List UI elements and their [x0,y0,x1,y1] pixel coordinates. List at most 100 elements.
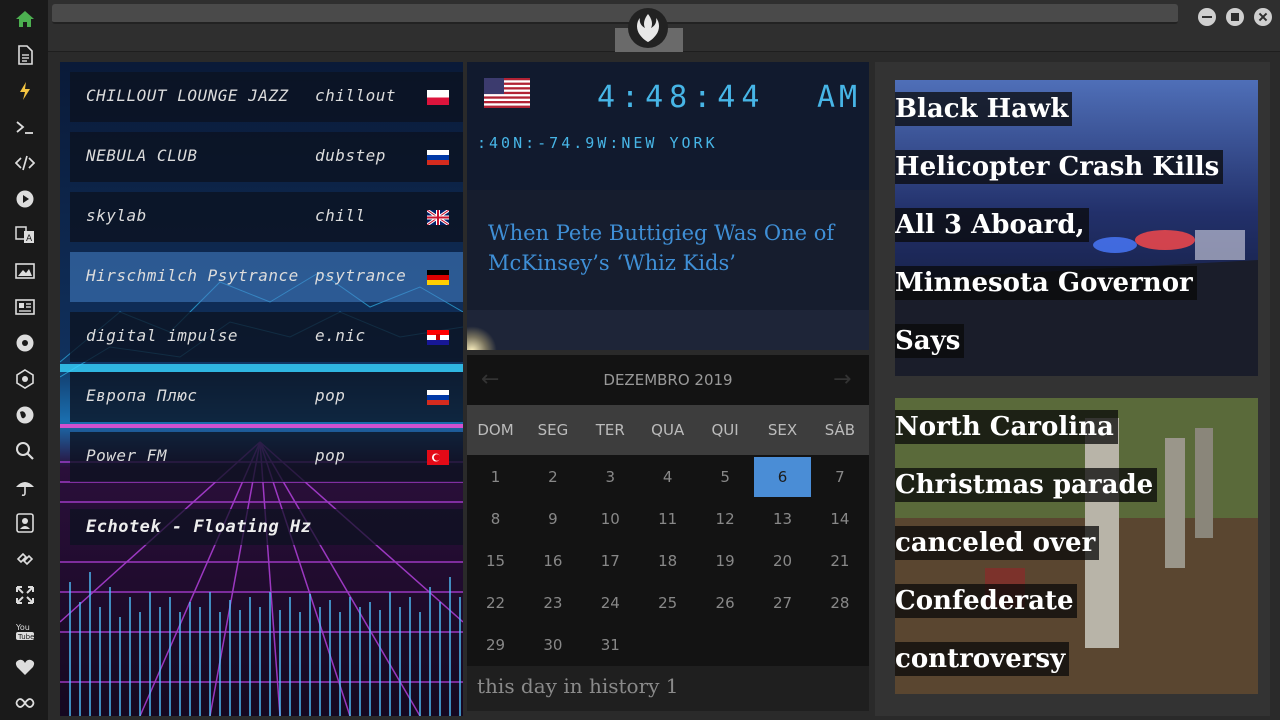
fullscreen-icon[interactable] [14,584,36,606]
calendar-day[interactable]: 31 [582,625,639,665]
calendar-day[interactable]: 3 [582,457,639,497]
de-flag-icon [427,270,449,285]
address-bar[interactable] [52,4,1178,24]
station-name: Европа Плюс [86,386,198,405]
station-genre: dubstep [315,146,386,165]
station-name: digital impulse [86,326,238,345]
glow-decoration [467,326,497,350]
history-link[interactable]: this day in history 1 [467,666,869,711]
calendar-day[interactable]: 12 [697,499,754,539]
calendar-day[interactable]: 7 [811,457,868,497]
news-title-2[interactable]: North Carolina Christmas parade canceled… [895,398,1225,688]
calendar-day[interactable]: 22 [467,583,524,623]
station-item[interactable]: Европа Плюс pop [70,372,463,422]
close-button[interactable] [1254,8,1272,26]
station-item[interactable]: skylab chill [70,192,463,242]
station-name: CHILLOUT LOUNGE JAZZ [86,86,289,105]
weekday-label: QUA [651,421,685,439]
calendar-day[interactable]: 23 [524,583,581,623]
clock-ampm: AM [817,80,862,115]
news-icon[interactable] [14,296,36,318]
prev-month-button[interactable]: ← [481,367,499,392]
weekday-label: SÁB [824,421,856,439]
heart-icon[interactable] [14,656,36,678]
link-icon[interactable] [14,548,36,570]
calendar-day[interactable]: 28 [811,583,868,623]
minimize-button[interactable] [1198,8,1216,26]
station-item[interactable]: digital impulse e.nic [70,312,463,362]
headline-link[interactable]: When Pete Buttigieg Was One of McKinsey’… [488,218,848,278]
calendar-day[interactable]: 18 [639,541,696,581]
weekday-label: QUI [711,421,739,439]
empire-icon[interactable] [14,368,36,390]
calendar-day[interactable]: 10 [582,499,639,539]
next-month-button[interactable]: → [833,367,851,392]
svg-text:You: You [15,623,30,632]
calendar-day[interactable]: 26 [697,583,754,623]
station-item[interactable]: Power FM pop [70,432,463,482]
svg-text:Tube: Tube [17,633,34,641]
weekday-label: TER [595,421,625,439]
calendar-day[interactable]: 16 [524,541,581,581]
calendar-day[interactable]: 4 [639,457,696,497]
station-item[interactable]: NEBULA CLUB dubstep [70,132,463,182]
ru-flag-icon [427,150,449,165]
youtube-icon[interactable]: You Tube [14,620,36,642]
umbrella-icon[interactable] [14,476,36,498]
station-genre: chill [315,206,366,225]
globe-icon[interactable] [14,404,36,426]
weekday-label: DOM [477,421,514,439]
calendar-day[interactable]: 6 [754,457,811,497]
calendar-day[interactable]: 27 [754,583,811,623]
weekday-label: SEX [767,421,798,439]
code-icon[interactable] [14,152,36,174]
station-item[interactable]: Hirschmilch Psytrance psytrance [70,252,463,302]
rebel-alliance-logo[interactable] [628,8,668,48]
calendar-day[interactable]: 14 [811,499,868,539]
calendar-day[interactable]: 17 [582,541,639,581]
calendar-month: DEZEMBRO 2019 [603,371,733,389]
station-name: NEBULA CLUB [86,146,198,165]
clock-location: :40N:-74.9W:NEW YORK [477,134,718,152]
clock-time: 4:48:44 [597,80,766,115]
calendar-day[interactable]: 21 [811,541,868,581]
station-genre: e.nic [315,326,366,345]
maximize-button[interactable] [1226,8,1244,26]
calendar-day[interactable]: 8 [467,499,524,539]
calendar-day[interactable]: 15 [467,541,524,581]
terminal-icon[interactable] [14,116,36,138]
calendar-day[interactable]: 1 [467,457,524,497]
station-item[interactable]: CHILLOUT LOUNGE JAZZ chillout [70,72,463,122]
infinity-icon[interactable] [14,692,36,714]
calendar-day[interactable]: 11 [639,499,696,539]
top-bar [48,0,1280,52]
calendar-day[interactable]: 13 [754,499,811,539]
news-card-2[interactable]: North Carolina Christmas parade canceled… [895,398,1258,694]
calendar-day[interactable]: 30 [524,625,581,665]
tr-flag-icon [427,450,449,465]
calendar-day[interactable]: 19 [697,541,754,581]
search-icon[interactable] [14,440,36,462]
calendar-day[interactable]: 29 [467,625,524,665]
home-icon[interactable] [14,8,36,30]
calendar-day[interactable]: 9 [524,499,581,539]
news-title-1[interactable]: Black Hawk Helicopter Crash Kills All 3 … [895,80,1225,370]
calendar-day[interactable]: 2 [524,457,581,497]
headline-card[interactable]: When Pete Buttigieg Was One of McKinsey’… [467,190,869,350]
translate-icon[interactable]: A [14,224,36,246]
calendar-day[interactable]: 25 [639,583,696,623]
play-icon[interactable] [14,188,36,210]
svg-text:A: A [26,234,33,244]
document-icon[interactable] [14,44,36,66]
calendar-day[interactable]: 24 [582,583,639,623]
calendar-day[interactable]: 20 [754,541,811,581]
contact-icon[interactable] [14,512,36,534]
station-genre: pop [315,386,346,405]
rebel-icon[interactable] [14,332,36,354]
calendar-day[interactable]: 5 [697,457,754,497]
news-card-1[interactable]: Black Hawk Helicopter Crash Kills All 3 … [895,80,1258,376]
station-name: Power FM [86,446,168,465]
image-icon[interactable] [14,260,36,282]
clock-widget: 4:48:44 AM :40N:-74.9W:NEW YORK [467,62,869,190]
lightning-icon[interactable] [14,80,36,102]
